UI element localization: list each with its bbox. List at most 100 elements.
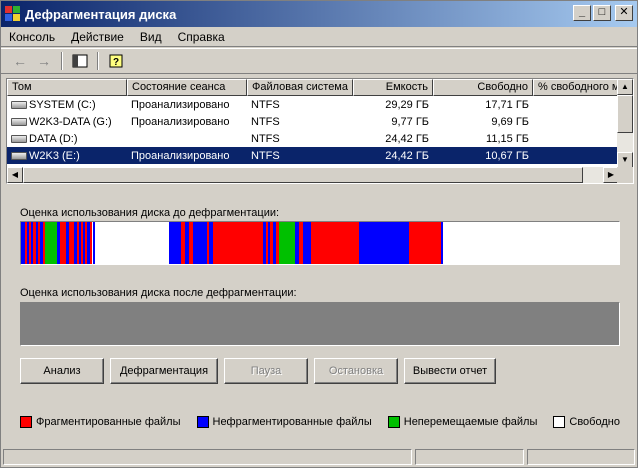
analyze-button[interactable]: Анализ — [20, 358, 104, 384]
column-session-state[interactable]: Состояние сеанса — [127, 79, 247, 96]
fragmented-swatch — [20, 416, 32, 429]
toolbar-separator — [97, 52, 99, 70]
after-label: Оценка использования диска после дефрагм… — [20, 287, 297, 299]
usage-segment-contiguous — [169, 222, 181, 264]
volume-free: 10,67 ГБ — [485, 149, 529, 162]
title-bar[interactable]: Дефрагментация диска _ □ ✕ — [1, 1, 637, 27]
hard-drive-icon — [11, 151, 27, 160]
volume-list: Том Состояние сеанса Файловая система Ем… — [6, 78, 634, 184]
menu-action[interactable]: Действие — [63, 30, 132, 44]
analysis-panel: Оценка использования диска до дефрагмент… — [6, 188, 634, 444]
legend: Фрагментированные файлы Нефрагментирован… — [20, 416, 630, 429]
help-icon[interactable]: ? — [105, 51, 127, 71]
usage-segment-contiguous — [93, 222, 95, 264]
table-row-selected[interactable]: W2K3 (E:) Проанализировано NTFS 24,42 ГБ… — [7, 147, 619, 164]
scroll-thumb-horizontal[interactable] — [23, 167, 583, 183]
contiguous-swatch — [196, 416, 209, 429]
hard-drive-icon — [11, 134, 27, 143]
volume-state: Проанализировано — [131, 98, 230, 111]
toolbar: ← → ? — [1, 48, 637, 74]
view-report-button[interactable]: Вывести отчет — [404, 358, 496, 384]
table-row[interactable]: SYSTEM (C:) Проанализировано NTFS 29,29 … — [7, 96, 619, 113]
horizontal-scrollbar[interactable]: ◀ ▶ — [7, 167, 619, 183]
list-header: Том Состояние сеанса Файловая система Ем… — [7, 79, 619, 96]
close-button[interactable]: ✕ — [615, 5, 633, 21]
volume-capacity: 24,42 ГБ — [385, 149, 429, 162]
column-filesystem[interactable]: Файловая система — [247, 79, 353, 96]
status-panel — [527, 449, 635, 465]
volume-name: SYSTEM (C:) — [29, 98, 96, 111]
column-free[interactable]: Свободно — [433, 79, 533, 96]
table-row[interactable]: DATA (D:) NTFS 24,42 ГБ 11,15 ГБ — [7, 130, 619, 147]
show-hide-tree-icon[interactable] — [69, 51, 91, 71]
menu-view[interactable]: Вид — [132, 30, 170, 44]
legend-fragmented-label: Фрагментированные файлы — [36, 416, 181, 428]
status-panel — [3, 449, 412, 465]
usage-segment-fragmented — [409, 222, 441, 264]
status-bar — [1, 447, 637, 467]
after-usage-bar — [20, 302, 620, 346]
usage-segment-contiguous — [303, 222, 311, 264]
legend-contiguous-label: Нефрагментированные файлы — [212, 416, 372, 428]
volume-fs: NTFS — [251, 149, 280, 162]
pause-button[interactable]: Пауза — [224, 358, 308, 384]
scroll-thumb[interactable] — [617, 95, 633, 133]
volume-capacity: 9,77 ГБ — [391, 115, 429, 128]
legend-contiguous: Нефрагментированные файлы — [196, 416, 372, 429]
stop-button[interactable]: Остановка — [314, 358, 398, 384]
back-arrow-icon[interactable]: ← — [9, 51, 31, 71]
usage-segment-unmovable — [279, 222, 295, 264]
forward-arrow-icon[interactable]: → — [33, 51, 55, 71]
usage-segment-contiguous — [193, 222, 207, 264]
unmovable-swatch — [387, 416, 400, 429]
volume-name: W2K3-DATA (G:) — [29, 115, 112, 128]
defrag-window: Дефрагментация диска _ □ ✕ Консоль Дейст… — [0, 0, 638, 468]
scroll-left-button[interactable]: ◀ — [7, 167, 23, 183]
usage-segment-fragmented — [311, 222, 359, 264]
toolbar-separator — [61, 52, 63, 70]
column-percent-free[interactable]: % свободного м — [533, 79, 619, 96]
volume-fs: NTFS — [251, 98, 280, 111]
window-title: Дефрагментация диска — [25, 6, 177, 22]
usage-segment-contiguous — [359, 222, 409, 264]
scroll-corner — [617, 167, 633, 183]
before-usage-bar — [20, 221, 620, 265]
before-label: Оценка использования диска до дефрагмент… — [20, 207, 280, 219]
volume-name: W2K3 (E:) — [29, 149, 80, 162]
vertical-scrollbar[interactable]: ▲ ▼ — [617, 79, 633, 168]
column-volume[interactable]: Том — [7, 79, 127, 96]
volume-capacity: 24,42 ГБ — [385, 132, 429, 145]
scroll-down-button[interactable]: ▼ — [617, 152, 633, 168]
legend-unmovable-label: Неперемещаемые файлы — [403, 416, 538, 428]
maximize-button[interactable]: □ — [593, 5, 611, 21]
volume-free: 17,71 ГБ — [485, 98, 529, 111]
legend-fragmented: Фрагментированные файлы — [20, 416, 181, 429]
minimize-button[interactable]: _ — [573, 5, 591, 21]
hard-drive-icon — [11, 117, 27, 126]
volume-free: 11,15 ГБ — [486, 132, 529, 145]
volume-name: DATA (D:) — [29, 132, 78, 145]
usage-segment-contiguous — [441, 222, 443, 264]
hard-drive-icon — [11, 100, 27, 109]
legend-unmovable: Неперемещаемые файлы — [387, 416, 538, 429]
svg-text:?: ? — [113, 57, 119, 68]
usage-segment-fragmented — [90, 222, 92, 264]
menu-bar: Консоль Действие Вид Справка — [1, 27, 637, 47]
volume-free: 9,69 ГБ — [491, 115, 529, 128]
volume-fs: NTFS — [251, 132, 280, 145]
defragment-button[interactable]: Дефрагментация — [110, 358, 218, 384]
volume-capacity: 29,29 ГБ — [385, 98, 429, 111]
app-icon — [5, 6, 21, 22]
menu-console[interactable]: Консоль — [1, 30, 63, 44]
scroll-up-button[interactable]: ▲ — [617, 79, 633, 95]
volume-state: Проанализировано — [131, 115, 230, 128]
volume-fs: NTFS — [251, 115, 280, 128]
usage-segment-unmovable — [45, 222, 57, 264]
column-capacity[interactable]: Емкость — [353, 79, 433, 96]
volume-state: Проанализировано — [131, 149, 230, 162]
menu-help[interactable]: Справка — [170, 30, 233, 44]
legend-free-label: Свободно — [569, 416, 620, 428]
table-row[interactable]: W2K3-DATA (G:) Проанализировано NTFS 9,7… — [7, 113, 619, 130]
usage-segment-fragmented — [213, 222, 263, 264]
status-panel — [414, 449, 525, 465]
